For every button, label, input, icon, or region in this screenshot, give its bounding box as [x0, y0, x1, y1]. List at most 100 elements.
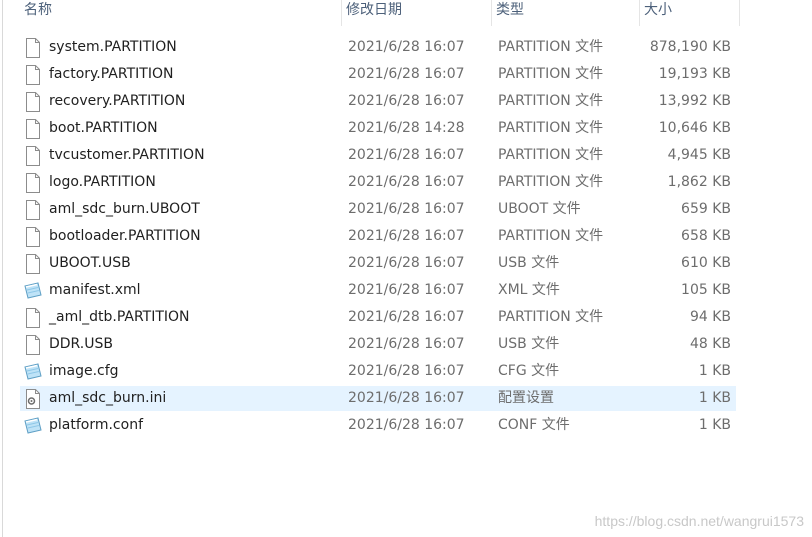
file-date: 2021/6/28 16:07 — [348, 390, 465, 406]
file-type: PARTITION 文件 — [498, 174, 604, 190]
file-date: 2021/6/28 16:07 — [348, 174, 465, 190]
file-row[interactable]: tvcustomer.PARTITION 2021/6/28 16:07 PARTI… — [0, 142, 812, 169]
file-type: USB 文件 — [498, 336, 560, 352]
file-date: 2021/6/28 16:07 — [348, 93, 465, 109]
file-size: 1 KB — [698, 390, 731, 406]
column-divider[interactable] — [739, 0, 740, 26]
file-date: 2021/6/28 16:07 — [348, 201, 465, 217]
file-type: PARTITION 文件 — [498, 309, 604, 325]
file-size: 19,193 KB — [658, 66, 731, 82]
blank-file-icon — [24, 200, 42, 220]
file-name: UBOOT.USB — [49, 255, 131, 271]
file-row[interactable]: manifest.xml 2021/6/28 16:07 XML 文件 105 KB — [0, 277, 812, 304]
file-date: 2021/6/28 16:07 — [348, 363, 465, 379]
file-size: 48 KB — [689, 336, 731, 352]
file-row[interactable]: aml_sdc_burn.ini 2021/6/28 16:07 配置设置 1 KB — [0, 385, 812, 412]
file-date: 2021/6/28 16:07 — [348, 228, 465, 244]
file-date: 2021/6/28 16:07 — [348, 66, 465, 82]
file-date: 2021/6/28 16:07 — [348, 39, 465, 55]
file-list: system.PARTITION 2021/6/28 16:07 PARTITION… — [0, 34, 812, 439]
file-type: 配置设置 — [498, 390, 554, 406]
file-row[interactable]: factory.PARTITION 2021/6/28 16:07 PARTITIO… — [0, 61, 812, 88]
file-name: logo.PARTITION — [49, 174, 156, 190]
notepad-file-icon — [24, 416, 42, 436]
file-type: CONF 文件 — [498, 417, 570, 433]
column-header-date-label: 修改日期 — [346, 2, 402, 18]
settings-file-icon — [24, 389, 42, 409]
file-name: bootloader.PARTITION — [49, 228, 201, 244]
file-date: 2021/6/28 14:28 — [348, 120, 465, 136]
file-type: USB 文件 — [498, 255, 560, 271]
file-size: 10,646 KB — [658, 120, 731, 136]
column-header-size[interactable]: 大小 — [640, 0, 740, 26]
file-date: 2021/6/28 16:07 — [348, 309, 465, 325]
file-row[interactable]: system.PARTITION 2021/6/28 16:07 PARTITION… — [0, 34, 812, 61]
blank-file-icon — [24, 38, 42, 58]
column-header-name-label: 名称 — [24, 2, 52, 18]
file-type: PARTITION 文件 — [498, 228, 604, 244]
file-size: 1,862 KB — [667, 174, 731, 190]
file-date: 2021/6/28 16:07 — [348, 417, 465, 433]
file-name: system.PARTITION — [49, 39, 177, 55]
file-size: 659 KB — [681, 201, 731, 217]
file-name: _aml_dtb.PARTITION — [49, 309, 190, 325]
file-row[interactable]: DDR.USB 2021/6/28 16:07 USB 文件 48 KB — [0, 331, 812, 358]
file-size: 1 KB — [698, 417, 731, 433]
blank-file-icon — [24, 308, 42, 328]
file-date: 2021/6/28 16:07 — [348, 336, 465, 352]
file-row[interactable]: logo.PARTITION 2021/6/28 16:07 PARTITION 文… — [0, 169, 812, 196]
file-type: PARTITION 文件 — [498, 66, 604, 82]
file-size: 658 KB — [681, 228, 731, 244]
watermark: https://blog.csdn.net/wangrui1573 — [594, 513, 804, 529]
file-name: boot.PARTITION — [49, 120, 158, 136]
column-header-type[interactable]: 类型 — [492, 0, 640, 26]
column-header-size-label: 大小 — [644, 2, 672, 18]
file-row[interactable]: boot.PARTITION 2021/6/28 14:28 PARTITION 文… — [0, 115, 812, 142]
file-row[interactable]: _aml_dtb.PARTITION 2021/6/28 16:07 PARTITI… — [0, 304, 812, 331]
file-row[interactable]: UBOOT.USB 2021/6/28 16:07 USB 文件 610 KB — [0, 250, 812, 277]
file-size: 610 KB — [681, 255, 731, 271]
column-header-name[interactable]: 名称 — [20, 0, 342, 26]
file-size: 94 KB — [689, 309, 731, 325]
blank-file-icon — [24, 254, 42, 274]
file-type: PARTITION 文件 — [498, 93, 604, 109]
blank-file-icon — [24, 335, 42, 355]
file-date: 2021/6/28 16:07 — [348, 255, 465, 271]
file-name: platform.conf — [49, 417, 144, 433]
file-row[interactable]: bootloader.PARTITION 2021/6/28 16:07 PARTI… — [0, 223, 812, 250]
file-name: DDR.USB — [49, 336, 113, 352]
notepad-file-icon — [24, 362, 42, 382]
column-header-bar: 名称 修改日期 类型 大小 — [0, 0, 812, 27]
blank-file-icon — [24, 173, 42, 193]
file-size: 4,945 KB — [667, 147, 731, 163]
file-type: PARTITION 文件 — [498, 120, 604, 136]
file-name: aml_sdc_burn.ini — [49, 390, 167, 406]
column-header-date[interactable]: 修改日期 — [342, 0, 492, 26]
file-date: 2021/6/28 16:07 — [348, 147, 465, 163]
file-type: PARTITION 文件 — [498, 147, 604, 163]
file-name: aml_sdc_burn.UBOOT — [49, 201, 200, 217]
file-row[interactable]: image.cfg 2021/6/28 16:07 CFG 文件 1 KB — [0, 358, 812, 385]
file-type: CFG 文件 — [498, 363, 560, 379]
file-row[interactable]: recovery.PARTITION 2021/6/28 16:07 PARTITI… — [0, 88, 812, 115]
file-type: XML 文件 — [498, 282, 560, 298]
file-type: PARTITION 文件 — [498, 39, 604, 55]
file-row[interactable]: aml_sdc_burn.UBOOT 2021/6/28 16:07 UBOOT 文… — [0, 196, 812, 223]
file-name: image.cfg — [49, 363, 119, 379]
blank-file-icon — [24, 146, 42, 166]
file-size: 13,992 KB — [658, 93, 731, 109]
blank-file-icon — [24, 119, 42, 139]
file-name: manifest.xml — [49, 282, 141, 298]
blank-file-icon — [24, 92, 42, 112]
column-header-type-label: 类型 — [496, 2, 524, 18]
file-type: UBOOT 文件 — [498, 201, 581, 217]
file-date: 2021/6/28 16:07 — [348, 282, 465, 298]
file-name: recovery.PARTITION — [49, 93, 186, 109]
file-size: 1 KB — [698, 363, 731, 379]
notepad-file-icon — [24, 281, 42, 301]
file-size: 105 KB — [681, 282, 731, 298]
file-row[interactable]: platform.conf 2021/6/28 16:07 CONF 文件 1 KB — [0, 412, 812, 439]
file-name: factory.PARTITION — [49, 66, 174, 82]
file-size: 878,190 KB — [649, 39, 731, 55]
blank-file-icon — [24, 227, 42, 247]
